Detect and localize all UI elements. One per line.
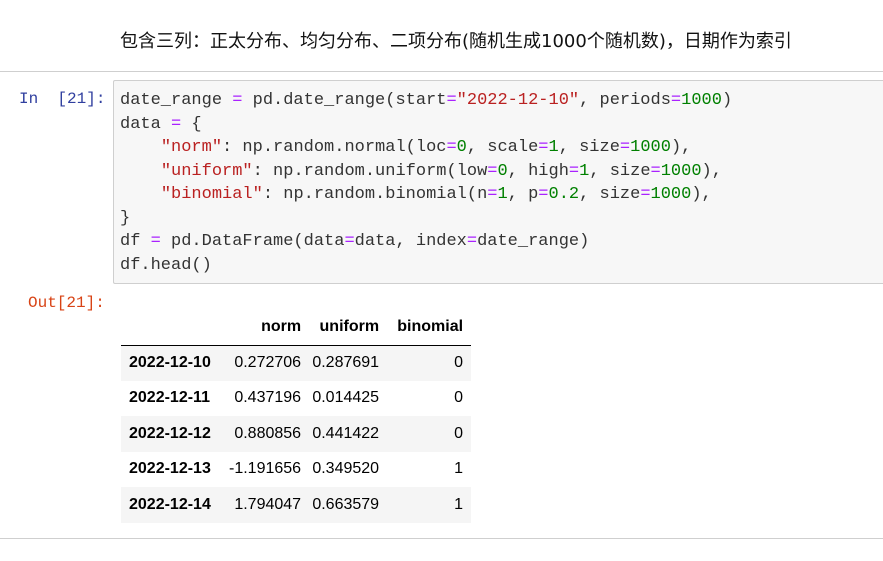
- row-index: 2022-12-14: [129, 495, 211, 513]
- table-row: 2022-12-11 0.437196 0.014425 0: [121, 381, 471, 417]
- cell-uniform: 0.349520: [312, 460, 380, 478]
- markdown-cell[interactable]: 包含三列：正太分布、均匀分布、二项分布(随机生成1000个随机数)，日期作为索引: [0, 0, 883, 72]
- row-index: 2022-12-10: [129, 354, 211, 371]
- cell-uniform: 0.287691: [312, 354, 380, 371]
- markdown-text: 包含三列：正太分布、均匀分布、二项分布(随机生成1000个随机数)，日期作为索引: [120, 31, 792, 52]
- out-prompt: Out[21]:: [28, 294, 105, 312]
- code-line: date_range = pd.date_range(start="2022-1…: [120, 91, 733, 110]
- code-line: df.head(): [120, 255, 212, 275]
- code-lines[interactable]: date_range = pd.date_range(start="2022-1…: [120, 89, 732, 277]
- code-editor[interactable]: date_range = pd.date_range(start="2022-1…: [113, 80, 883, 284]
- code-line: "binomial": np.random.binomial(n=1, p=0.…: [160, 185, 712, 204]
- cell-divider: [0, 71, 883, 72]
- cell-binomial: 0: [454, 354, 464, 371]
- row-index: 2022-12-11: [129, 389, 210, 407]
- cell-uniform: 0.014425: [312, 389, 380, 407]
- cell-divider-bottom: [0, 538, 883, 539]
- table-row: 2022-12-14 1.794047 0.663579 1: [121, 487, 472, 523]
- cell-binomial: 0: [454, 424, 464, 442]
- code-line: "norm": np.random.normal(loc=0, scale=1,…: [160, 138, 692, 157]
- table-row: 2022-12-12 0.880856 0.441422 0: [121, 416, 472, 452]
- in-prompt: In [21]:: [19, 90, 106, 108]
- code-line: }: [120, 208, 131, 228]
- code-line: df = pd.DataFrame(data=data, index=date_…: [120, 232, 590, 251]
- column-header-norm: norm: [229, 309, 310, 346]
- dataframe-output: norm uniform binomial 2022-12-10 0.272706…: [121, 309, 472, 523]
- code-line: "uniform": np.random.uniform(low=0, high…: [160, 161, 722, 181]
- row-index: 2022-12-13: [129, 460, 211, 478]
- cell-norm: 1.794047: [234, 495, 302, 513]
- table-row: 2022-12-10 0.272706 0.287691 0: [121, 345, 472, 381]
- cell-norm: 0.272706: [234, 354, 302, 371]
- table-header-row: norm uniform binomial: [121, 309, 472, 346]
- cell-norm: -1.191656: [229, 460, 302, 478]
- cell-binomial: 1: [454, 495, 464, 513]
- column-header-uniform: uniform: [309, 309, 388, 346]
- cell-norm: 0.437196: [234, 389, 302, 407]
- column-header-binomial: binomial: [387, 309, 472, 346]
- table-body: 2022-12-10 0.272706 0.287691 0 2022-12-11 0.4…: [121, 345, 472, 523]
- cell-uniform: 0.663579: [312, 495, 380, 513]
- row-index: 2022-12-12: [129, 424, 211, 442]
- cell-binomial: 0: [454, 389, 464, 407]
- cell-norm: 0.880856: [234, 424, 302, 442]
- cell-binomial: 1: [454, 460, 464, 478]
- code-line: data = {: [120, 114, 202, 134]
- table-row: 2022-12-13 -1.191656 0.349520 1: [121, 452, 471, 488]
- column-header-index: [121, 309, 229, 346]
- cell-uniform: 0.441422: [312, 424, 380, 442]
